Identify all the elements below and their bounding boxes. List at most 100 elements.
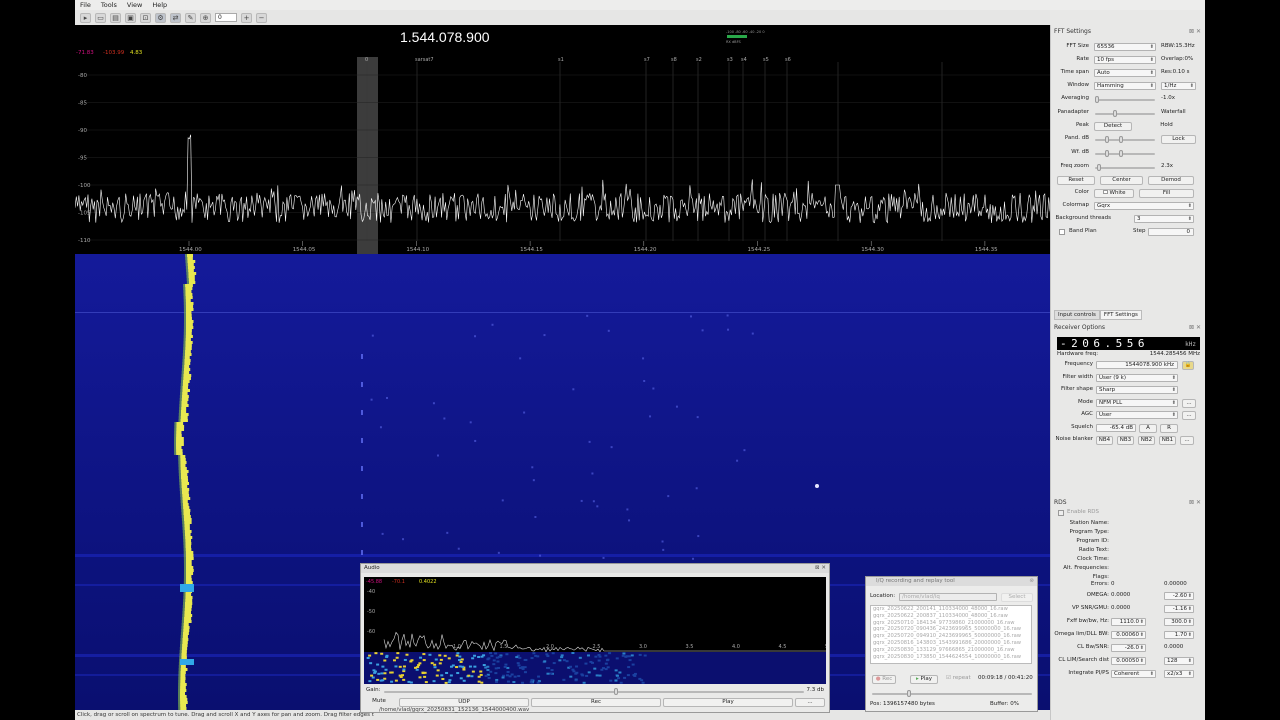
cl-lim-field-a[interactable]: 0.00050: [1111, 657, 1146, 665]
bookmark-label[interactable]: s2: [696, 57, 702, 63]
tab-fft-settings[interactable]: FFT Settings: [1099, 310, 1142, 320]
toolbar-input[interactable]: 0: [215, 13, 237, 22]
rec-button[interactable]: Rec: [531, 698, 661, 707]
band-plan-checkbox[interactable]: [1059, 229, 1065, 235]
averaging-slider[interactable]: [1095, 96, 1155, 103]
iq-position-slider[interactable]: [872, 690, 1032, 697]
iq-rec-button[interactable]: ● Rec: [872, 675, 896, 684]
fxff-field-a[interactable]: 1110.0: [1111, 618, 1146, 626]
agc-combo[interactable]: User: [1096, 411, 1178, 419]
nb1-button[interactable]: NB1: [1159, 436, 1176, 445]
gain-slider[interactable]: [384, 688, 804, 695]
screenshot-icon[interactable]: ⊡: [140, 12, 151, 23]
settings-icon[interactable]: ⚙: [155, 12, 166, 23]
bookmark-label[interactable]: s5: [763, 57, 769, 63]
reset-button[interactable]: Reset: [1057, 176, 1095, 185]
remote-control-icon[interactable]: ⇄: [170, 12, 181, 23]
tab-input-controls[interactable]: Input controls: [1054, 310, 1100, 320]
iq-file-item[interactable]: gqrx_20250720_090436_2423699965_50000000…: [873, 626, 1031, 633]
omega-lim-field-b[interactable]: 1.70: [1164, 631, 1194, 639]
window-unit-combo[interactable]: 1/Hz: [1161, 82, 1196, 90]
select-button[interactable]: Select: [1001, 593, 1033, 602]
fill-button[interactable]: Fill: [1139, 189, 1194, 198]
audio-options-button[interactable]: ...: [795, 698, 825, 707]
window-combo[interactable]: Hamming: [1094, 82, 1156, 90]
iq-play-button[interactable]: ▸ Play: [910, 675, 938, 684]
integrate-combo-b[interactable]: x2/x3: [1164, 670, 1194, 678]
iq-file-item[interactable]: gqrx_20250710_184134_97739860_21000000_1…: [873, 620, 1031, 627]
bg-threads-combo[interactable]: 3: [1134, 215, 1194, 223]
audio-fft-plot[interactable]: -45.88 -70.1 0.4022 -40-50-60 1.0 1.5 2.0 2…: [364, 577, 826, 652]
freq-zoom-slider[interactable]: [1095, 164, 1155, 171]
white-color-button[interactable]: White: [1094, 189, 1134, 198]
iq-file-item[interactable]: gqrx_20250622_200141_110334000_48000_16.…: [873, 606, 1031, 613]
center-icon[interactable]: ⊕: [200, 12, 211, 23]
squelch-reset-button[interactable]: R: [1160, 424, 1178, 433]
close-icon[interactable]: ⊗: [1029, 577, 1034, 586]
pand-db-slider[interactable]: [1095, 136, 1155, 143]
step-spinbox[interactable]: 0: [1148, 228, 1194, 236]
frequency-lcd[interactable]: -206.556 kHz: [1057, 337, 1200, 350]
center-button[interactable]: Center: [1100, 176, 1143, 185]
close-icon[interactable]: ⊠ ✕: [1189, 499, 1201, 506]
lock-button[interactable]: Lock: [1161, 135, 1196, 144]
close-icon[interactable]: ⊠ ✕: [1189, 28, 1201, 35]
menu-help[interactable]: Help: [152, 1, 167, 9]
menu-view[interactable]: View: [127, 1, 142, 9]
save-icon[interactable]: ▣: [125, 12, 136, 23]
mode-options-button[interactable]: ...: [1182, 399, 1196, 408]
bookmark-label[interactable]: s6: [785, 57, 791, 63]
udp-button[interactable]: UDP: [399, 698, 529, 707]
nb2-button[interactable]: NB2: [1138, 436, 1155, 445]
vp-snr-field[interactable]: -1.16: [1164, 605, 1194, 613]
close-icon[interactable]: ⊠ ✕: [1189, 324, 1201, 331]
iq-repeat-checkbox[interactable]: ☑ repeat: [946, 675, 971, 681]
menu-file[interactable]: File: [80, 1, 91, 9]
hold-button[interactable]: Hold: [1149, 122, 1184, 131]
enable-rds-checkbox[interactable]: [1058, 510, 1064, 516]
filter-width-combo[interactable]: User (9 k): [1096, 374, 1178, 382]
iq-title-bar[interactable]: I/Q recording and replay tool ⊗: [866, 577, 1037, 586]
iq-file-item[interactable]: gqrx_20250830_173850_1544624554_10000000…: [873, 654, 1031, 661]
mode-combo[interactable]: NFM PLL: [1096, 399, 1178, 407]
bookmark-label[interactable]: s4: [741, 57, 747, 63]
colormap-combo[interactable]: Gqrx: [1094, 202, 1194, 210]
plus-icon[interactable]: +: [241, 12, 252, 23]
iq-file-item[interactable]: gqrx_20250622_200837_110334000_48000_16.…: [873, 613, 1031, 620]
demod-button[interactable]: Demod: [1148, 176, 1194, 185]
fft-size-combo[interactable]: 65536: [1094, 43, 1156, 51]
lock-icon[interactable]: 🔒: [1182, 361, 1194, 370]
cl-lim-field-b[interactable]: 128: [1164, 657, 1194, 665]
squelch-auto-button[interactable]: A: [1139, 424, 1157, 433]
demod-filter-band[interactable]: [357, 57, 378, 254]
filter-shape-combo[interactable]: Sharp: [1096, 386, 1178, 394]
omega-lim-field-a[interactable]: 0.00060: [1111, 631, 1146, 639]
close-icon[interactable]: ⊠ ✕: [815, 564, 826, 573]
location-field[interactable]: /home/vlad/iq: [899, 593, 997, 601]
iq-file-item[interactable]: gqrx_20250816_143803_1543991686_20000000…: [873, 640, 1031, 647]
spectrum-plot[interactable]: 1.544.078.900 -71.83 -103.99 4.83 -100 -…: [75, 25, 1050, 254]
squelch-spinbox[interactable]: -65.4 dB: [1096, 424, 1136, 432]
bookmark-label[interactable]: s7: [644, 57, 650, 63]
fxff-field-b[interactable]: 300.0: [1164, 618, 1194, 626]
mute-button[interactable]: Mute: [364, 698, 394, 707]
timespan-combo[interactable]: Auto: [1094, 69, 1156, 77]
bookmark-label[interactable]: s3: [727, 57, 733, 63]
device-icon[interactable]: ▭: [95, 12, 106, 23]
pandapter-waterfall-slider[interactable]: [1095, 110, 1155, 117]
iq-file-list[interactable]: gqrx_20250622_200141_110334000_48000_16.…: [870, 605, 1032, 664]
omega-field[interactable]: -2.60: [1164, 592, 1194, 600]
iq-file-item[interactable]: gqrx_20250720_094910_2423699965_50000000…: [873, 633, 1031, 640]
menu-tools[interactable]: Tools: [101, 1, 117, 9]
tools-icon[interactable]: ✎: [185, 12, 196, 23]
integrate-combo-a[interactable]: Coherent: [1111, 670, 1156, 678]
rate-combo[interactable]: 10 fps: [1094, 56, 1156, 64]
bookmark-label[interactable]: s1: [558, 57, 564, 63]
wf-db-slider[interactable]: [1095, 150, 1155, 157]
iq-file-item[interactable]: gqrx_20250830_133129_97666865_21000000_1…: [873, 647, 1031, 654]
bookmark-label[interactable]: s8: [671, 57, 677, 63]
nb-options-button[interactable]: ...: [1180, 436, 1194, 445]
detect-button[interactable]: Detect: [1094, 122, 1132, 131]
bookmark-label[interactable]: sarsat7: [415, 57, 434, 63]
start-dsp-icon[interactable]: ▸: [80, 12, 91, 23]
